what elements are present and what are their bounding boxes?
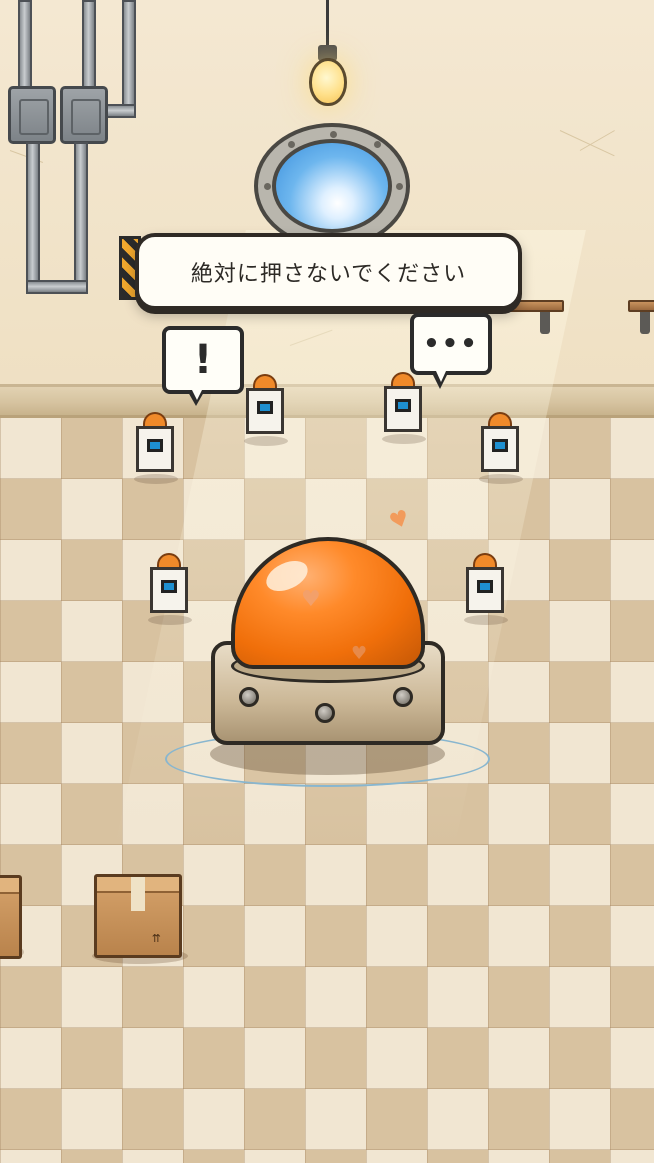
- game-scene: 絶対に押さないでください ! ••• ♥ ♥ ♥ ⇈: [0, 0, 654, 1163]
- mini-robot[interactable]: [244, 374, 288, 446]
- banner-text: 絶対に押さないでください: [190, 261, 467, 287]
- bolt-icon: [239, 687, 259, 707]
- exclaim-mark: !: [193, 337, 213, 383]
- wall-shelf: [628, 300, 654, 312]
- robot-eye-icon: [257, 401, 273, 414]
- button-dome[interactable]: [231, 537, 425, 669]
- this-side-up-icon: ⇈: [151, 932, 161, 945]
- ellipsis-dots: •••: [423, 329, 479, 359]
- heart-icon: ♥: [301, 587, 321, 612]
- exclaim-speech-bubble: !: [162, 326, 244, 394]
- porthole-window: [254, 123, 410, 249]
- wall-baseboard: [0, 384, 654, 418]
- heart-icon: ♥: [351, 643, 368, 664]
- big-orange-button[interactable]: ♥ ♥: [165, 537, 491, 791]
- robot-eye-icon: [147, 439, 163, 452]
- bolt-icon: [315, 703, 335, 723]
- mini-robot[interactable]: [382, 372, 426, 444]
- cardboard-box[interactable]: ⇈: [94, 874, 182, 958]
- lightbulb-icon: [309, 58, 347, 106]
- robot-eye-icon: [395, 399, 411, 412]
- bolt-icon: [393, 687, 413, 707]
- robot-eye-icon: [492, 439, 508, 452]
- mini-robot[interactable]: [479, 412, 523, 484]
- cardboard-box[interactable]: [0, 875, 22, 959]
- warning-banner: 絶対に押さないでください: [135, 233, 522, 310]
- mini-robot[interactable]: [134, 412, 178, 484]
- ellipsis-speech-bubble: •••: [410, 313, 492, 375]
